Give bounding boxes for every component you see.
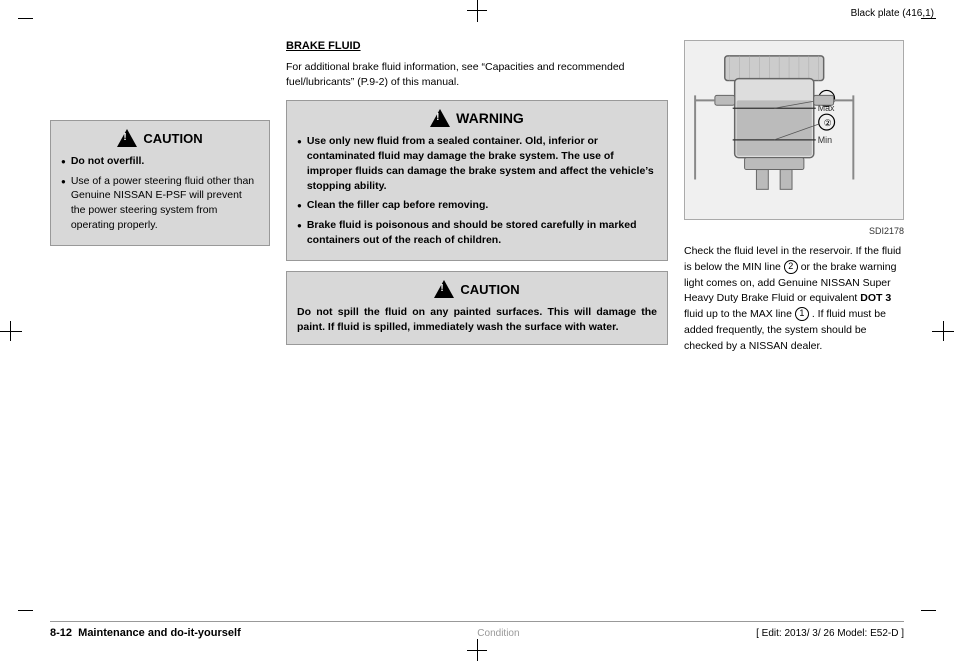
caution-list-left: Do not overfill. Use of a power steering… [61,154,259,232]
caution2-text: Do not spill the fluid on any painted su… [297,305,657,335]
warning-list: Use only new fluid from a sealed contain… [297,134,657,247]
header-text: Black plate (416,1) [851,8,934,19]
main-content: CAUTION Do not overfill. Use of a power … [50,40,904,581]
brake-diagram-svg: Max Min ① ② [685,41,903,219]
svg-text:Min: Min [818,135,832,145]
caution-header-left: CAUTION [61,129,259,147]
diagram-caption: SDI2178 [684,226,904,236]
caution-triangle-icon [117,129,137,147]
warning-item-2: Clean the filler cap before removing. [297,198,657,213]
page-footer: 8-12 Maintenance and do-it-yourself Cond… [50,621,904,639]
warning-triangle-icon [430,109,450,127]
caution-box-middle: CAUTION Do not spill the fluid on any pa… [286,271,668,344]
caution-item-1-text: Do not overfill. [71,154,145,169]
diagram-description: Check the fluid level in the reservoir. … [684,244,904,354]
caution-item-1: Do not overfill. [61,154,259,169]
left-column: CAUTION Do not overfill. Use of a power … [50,40,270,581]
warning-item-1-text: Use only new fluid from a sealed contain… [307,134,657,193]
footer-page-number: 8-12 Maintenance and do-it-yourself [50,627,241,639]
caution-header-middle: CAUTION [297,280,657,298]
svg-text:②: ② [824,118,832,128]
caution-triangle-2-icon [434,280,454,298]
intro-text: For additional brake fluid information, … [286,60,668,90]
warning-box: WARNING Use only new fluid from a sealed… [286,100,668,261]
footer-condition-text: Condition [477,628,519,639]
corner-mark-br [921,610,936,611]
dot3-text: DOT 3 [860,292,891,304]
corner-mark-tl [18,18,33,19]
page-header: Black plate (416,1) [851,8,934,19]
circle-1: 1 [795,307,809,321]
caution-item-2: Use of a power steering fluid other than… [61,174,259,233]
footer-label-text: Maintenance and do-it-yourself [78,627,241,639]
brake-diagram: Max Min ① ② [684,40,904,220]
warning-item-3-text: Brake fluid is poisonous and should be s… [307,218,657,247]
footer-page-num-text: 8-12 [50,627,72,639]
circle-2: 2 [784,260,798,274]
caution-box-left: CAUTION Do not overfill. Use of a power … [50,120,270,246]
diagram-id-text: SDI2178 [869,226,904,236]
middle-column: BRAKE FLUID For additional brake fluid i… [286,40,668,581]
caution-title-left: CAUTION [143,131,202,146]
warning-title: WARNING [456,110,524,126]
footer-edit-text: [ Edit: 2013/ 3/ 26 Model: E52-D ] [756,628,904,639]
caution-item-2-text: Use of a power steering fluid other than… [71,174,259,233]
warning-header: WARNING [297,109,657,127]
section-title: BRAKE FLUID [286,40,668,52]
warning-item-3: Brake fluid is poisonous and should be s… [297,218,657,247]
warning-item-1: Use only new fluid from a sealed contain… [297,134,657,193]
caution-title-2: CAUTION [460,282,519,297]
warning-item-2-text: Clean the filler cap before removing. [307,198,488,213]
right-column: Max Min ① ② [684,40,904,581]
corner-mark-bl [18,610,33,611]
